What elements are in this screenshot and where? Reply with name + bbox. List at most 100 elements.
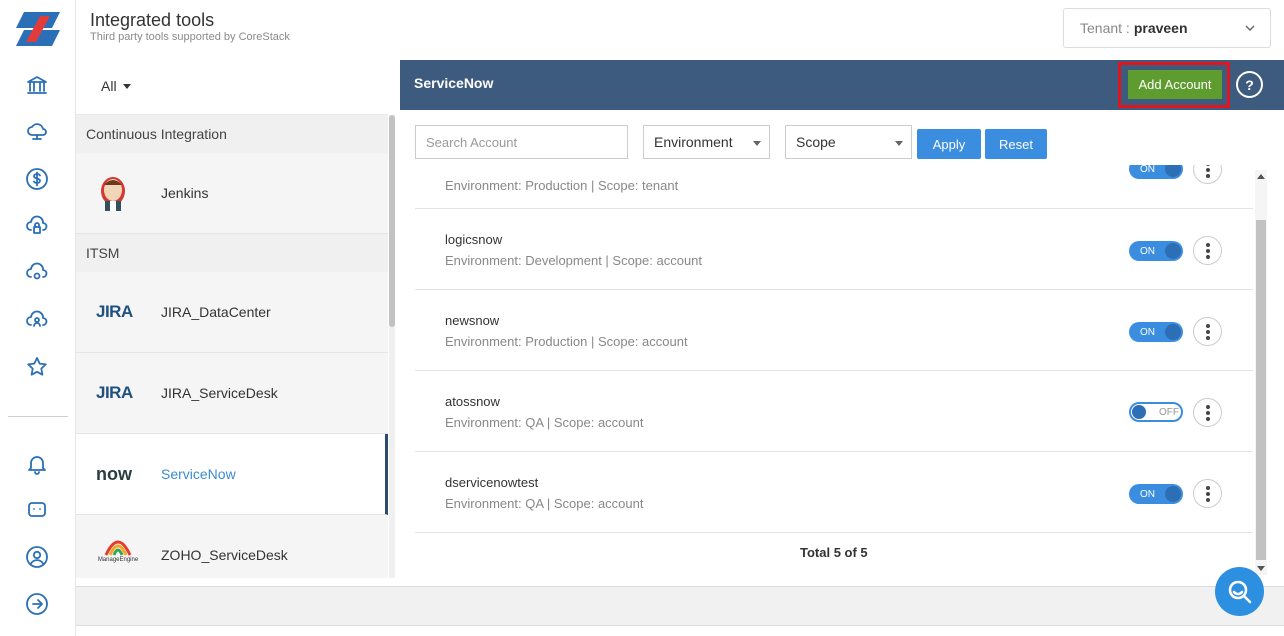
reset-button[interactable]: Reset (985, 129, 1047, 159)
cloud-lock-icon[interactable] (24, 213, 50, 239)
account-row: atossnow Environment: QA | Scope: accoun… (415, 371, 1253, 452)
toggle-knob (1165, 324, 1181, 340)
detail-title: ServiceNow (414, 75, 494, 91)
scope-select-label: Scope (796, 134, 836, 150)
account-name: atossnow (445, 394, 500, 409)
tools-list: Continuous Integration Jenkins ITSM JIRA (76, 114, 388, 578)
page-header: Integrated tools Third party tools suppo… (76, 0, 1284, 60)
bank-icon[interactable] (24, 72, 50, 98)
now-logo-text: now (96, 463, 132, 484)
footer-bar (76, 586, 1284, 626)
cloud-network-icon[interactable] (24, 119, 50, 145)
page-title: Integrated tools (90, 10, 215, 30)
detail-header: ServiceNow Add Account ? (400, 60, 1284, 110)
page-subtitle: Third party tools supported by CoreStack (90, 31, 290, 43)
tool-item-jira-servicedesk[interactable]: JIRA JIRA_ServiceDesk (76, 353, 388, 434)
tool-item-label: JIRA_ServiceDesk (161, 385, 278, 401)
tool-item-label: ServiceNow (161, 466, 236, 482)
scrollbar-thumb[interactable] (389, 115, 395, 327)
total-count: Total 5 of 5 (800, 545, 868, 560)
account-meta: Environment: Development | Scope: accoun… (445, 253, 703, 268)
help-icon[interactable]: ? (1236, 71, 1263, 98)
accounts-scrollbar[interactable] (1255, 170, 1267, 575)
tool-item-label: Jenkins (161, 185, 209, 201)
support-search-button[interactable] (1215, 567, 1264, 616)
scrollbar-thumb[interactable] (1256, 220, 1266, 560)
tenant-label: Tenant : (1080, 20, 1130, 36)
scope-select[interactable]: Scope (785, 125, 912, 159)
account-meta: Environment: Production | Scope: tenant (445, 178, 679, 193)
more-options-icon[interactable] (1193, 165, 1222, 184)
more-options-icon[interactable] (1193, 317, 1222, 346)
tenant-value: praveen (1133, 20, 1188, 36)
category-filter-dropdown[interactable]: All (101, 78, 131, 94)
account-row: newsnow Environment: Production | Scope:… (415, 290, 1253, 371)
manageengine-logo-text: ManageEngine (97, 557, 139, 563)
tool-item-jira-datacenter[interactable]: JIRA JIRA_DataCenter (76, 272, 388, 353)
chat-bot-icon[interactable] (24, 497, 50, 523)
more-options-icon[interactable] (1193, 479, 1222, 508)
user-icon[interactable] (24, 544, 50, 570)
environment-select-label: Environment (654, 134, 733, 150)
search-icon (1228, 580, 1251, 603)
tool-item-zoho-servicedesk[interactable]: ManageEngine ZOHO_ServiceDesk (76, 515, 388, 578)
tools-list-scrollbar[interactable] (389, 115, 395, 578)
account-row: dservicenowtest Environment: QA | Scope:… (415, 452, 1253, 533)
jira-logo-icon: JIRA (96, 290, 152, 334)
section-header-ci: Continuous Integration (76, 115, 388, 153)
jira-logo-text: JIRA (96, 302, 133, 321)
account-name: newsnow (445, 313, 500, 328)
caret-down-icon (753, 141, 761, 146)
more-options-icon[interactable] (1193, 398, 1222, 427)
account-name: dservicenowtest (445, 475, 539, 490)
account-toggle[interactable]: OFF (1129, 402, 1183, 422)
tenant-selector[interactable]: Tenant : praveen (1063, 8, 1271, 48)
account-toggle[interactable]: ON (1129, 241, 1183, 261)
cloud-user-icon[interactable] (24, 307, 50, 333)
toggle-knob (1165, 486, 1181, 502)
search-account-input[interactable] (415, 125, 628, 159)
left-nav-rail (0, 0, 76, 636)
add-account-button[interactable]: Add Account (1128, 70, 1222, 99)
servicenow-logo-icon: now (96, 452, 152, 496)
toggle-knob (1132, 405, 1146, 419)
toggle-label: ON (1140, 165, 1155, 175)
cloud-gear-icon[interactable] (24, 260, 50, 286)
toggle-label: ON (1140, 245, 1155, 257)
account-meta: Environment: Production | Scope: account (445, 334, 688, 349)
account-toggle[interactable]: ON (1129, 484, 1183, 504)
account-row: logicsnow Environment: Development | Sco… (415, 209, 1253, 290)
scroll-up-icon[interactable] (1257, 174, 1265, 179)
toggle-knob (1165, 243, 1181, 259)
environment-select[interactable]: Environment (643, 125, 770, 159)
caret-down-icon (122, 83, 131, 89)
scroll-down-icon[interactable] (1257, 566, 1265, 571)
more-options-icon[interactable] (1193, 236, 1222, 265)
jira-logo-text: JIRA (96, 383, 133, 402)
account-meta: Environment: QA | Scope: account (445, 415, 644, 430)
account-meta: Environment: QA | Scope: account (445, 496, 644, 511)
toggle-knob (1165, 165, 1181, 177)
category-filter-label: All (101, 78, 117, 94)
logout-icon[interactable] (24, 591, 50, 617)
toggle-label: ON (1140, 488, 1155, 500)
accounts-list: Environment: Production | Scope: tenant … (415, 165, 1253, 578)
tool-item-jenkins[interactable]: Jenkins (76, 153, 388, 234)
apply-button[interactable]: Apply (917, 129, 981, 159)
tool-item-label: JIRA_DataCenter (161, 304, 271, 320)
bell-icon[interactable] (24, 451, 50, 477)
chevron-down-icon (1245, 25, 1255, 31)
section-header-itsm: ITSM (76, 234, 388, 272)
account-toggle[interactable]: ON (1129, 165, 1183, 179)
rail-divider (8, 416, 68, 417)
account-toggle[interactable]: ON (1129, 322, 1183, 342)
tool-item-servicenow[interactable]: now ServiceNow (76, 434, 388, 515)
corestack-logo[interactable] (14, 10, 62, 48)
tools-list-panel: All Continuous Integration Jenkins ITSM (76, 60, 396, 578)
jenkins-logo-icon (96, 171, 152, 215)
dollar-icon[interactable] (24, 166, 50, 192)
app-root: Integrated tools Third party tools suppo… (0, 0, 1284, 636)
star-icon[interactable] (24, 354, 50, 380)
jira-logo-icon: JIRA (96, 371, 152, 415)
caret-down-icon (895, 141, 903, 146)
